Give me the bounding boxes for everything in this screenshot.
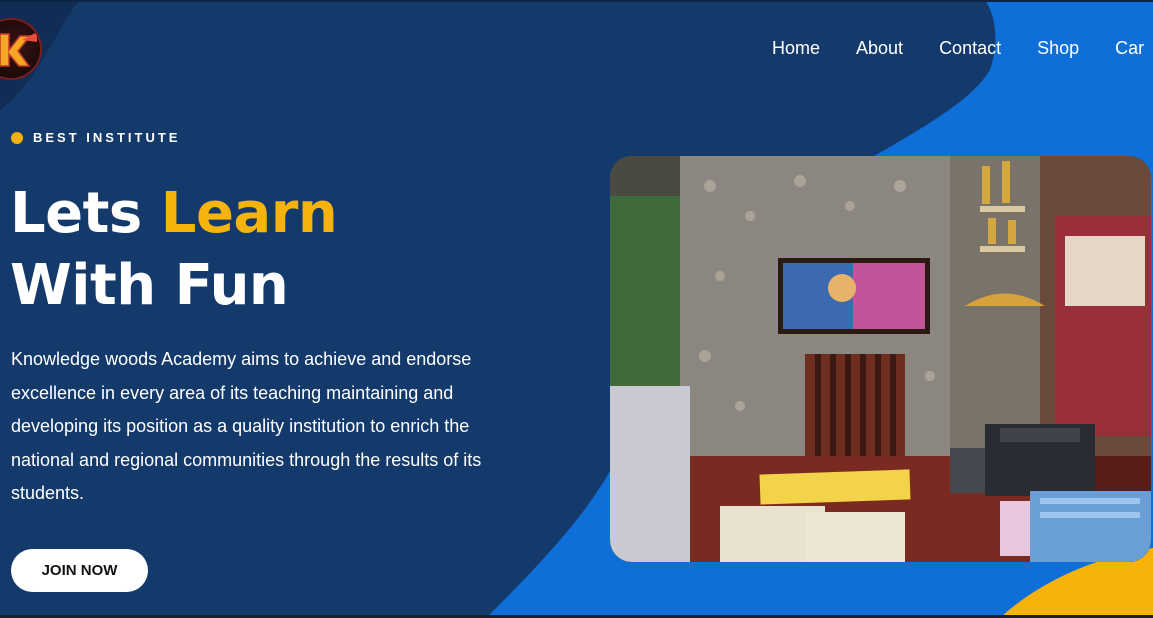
office-photo-illustration [610,156,1151,562]
top-border [0,0,1153,2]
nav-contact[interactable]: Contact [939,38,1001,59]
hero-title-line2: With Fun [10,253,289,318]
hero-title-accent: Learn [160,181,338,246]
academy-logo[interactable] [0,18,42,80]
nav-cart[interactable]: Car [1115,38,1144,59]
eyebrow: BEST INSTITUTE [11,130,180,145]
eyebrow-dot-icon [11,131,23,144]
nav-shop[interactable]: Shop [1037,38,1079,59]
hero-page: Home About Contact Shop Car BEST INSTITU… [0,0,1153,618]
nav-about[interactable]: About [856,38,903,59]
logo-emblem-icon [0,32,37,67]
hero-title-part1: Lets [10,181,161,246]
eyebrow-text: BEST INSTITUTE [33,130,181,145]
main-nav: Home About Contact Shop Car [772,38,1153,59]
hero-office-photo [610,156,1151,562]
nav-home[interactable]: Home [772,38,820,59]
join-now-button[interactable]: JOIN NOW [11,549,148,592]
hero-title: Lets Learn With Fun [10,178,338,322]
hero-description: Knowledge woods Academy aims to achieve … [11,349,482,503]
